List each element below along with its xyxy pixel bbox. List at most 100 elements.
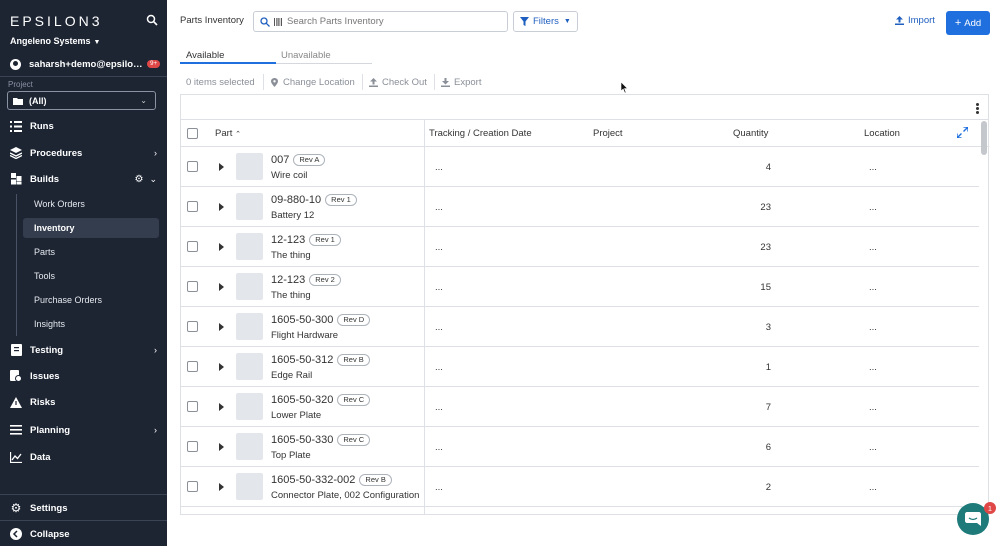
expand-row-icon[interactable] (219, 323, 224, 331)
part-name: Connector Plate, 002 Configuration (271, 490, 420, 501)
nav-risks[interactable]: Risks (0, 391, 167, 413)
sidebar-item-tools[interactable]: Tools (23, 266, 159, 286)
selection-count: 0 items selected (186, 77, 255, 88)
col-location[interactable]: Location (864, 128, 900, 139)
part-number[interactable]: 12-123 Rev 1 (271, 234, 341, 246)
import-button[interactable]: Import (895, 15, 935, 26)
expand-icon[interactable] (957, 127, 968, 138)
sidebar-item-parts[interactable]: Parts (23, 242, 159, 262)
nav-settings[interactable]: ⚙ Settings (0, 497, 167, 519)
col-quantity[interactable]: Quantity (733, 128, 768, 139)
row-checkbox[interactable] (187, 441, 198, 452)
expand-row-icon[interactable] (219, 363, 224, 371)
col-project[interactable]: Project (593, 128, 623, 139)
scrollbar[interactable] (981, 121, 987, 155)
search-box[interactable] (253, 11, 508, 32)
search-input[interactable] (287, 16, 497, 27)
nav-collapse[interactable]: Collapse (0, 523, 167, 545)
row-checkbox[interactable] (187, 201, 198, 212)
notification-badge[interactable]: 9+ (147, 60, 160, 68)
location-cell[interactable]: ... (869, 442, 877, 453)
project-select[interactable]: (All) ⌄ (7, 91, 156, 110)
avatar (10, 58, 21, 70)
divider (0, 520, 167, 521)
select-all-checkbox[interactable] (187, 128, 198, 139)
part-number[interactable]: 12-123 Rev 2 (271, 274, 341, 286)
nav-label: Planning (30, 424, 71, 436)
expand-row-icon[interactable] (219, 403, 224, 411)
location-cell[interactable]: ... (869, 362, 877, 373)
part-number[interactable]: 1605-50-332-002 Rev B (271, 474, 392, 486)
expand-row-icon[interactable] (219, 163, 224, 171)
user-menu[interactable]: saharsh+demo@epsilo… 9+ (10, 57, 160, 71)
location-cell[interactable]: ... (869, 202, 877, 213)
check-out-button[interactable]: Check Out (369, 77, 427, 88)
nav-planning[interactable]: Planning › (0, 419, 167, 441)
row-checkbox[interactable] (187, 401, 198, 412)
sidebar-item-insights[interactable]: Insights (23, 314, 159, 334)
quantity-cell: 3 (765, 322, 771, 333)
filters-button[interactable]: Filters ▼ (513, 11, 578, 32)
app-logo[interactable]: EPSILON3 (10, 13, 102, 29)
part-number[interactable]: 1605-50-330 Rev C (271, 434, 371, 446)
change-location-label: Change Location (283, 77, 355, 88)
expand-row-icon[interactable] (219, 483, 224, 491)
export-button[interactable]: Export (441, 77, 481, 88)
table-row[interactable]: 1605-50-330 Rev C Top Plate... 6... (181, 427, 979, 467)
row-checkbox[interactable] (187, 281, 198, 292)
row-checkbox[interactable] (187, 361, 198, 372)
part-number[interactable]: 007 Rev A (271, 154, 326, 166)
table-row[interactable]: 1605-50-332-002 Rev B Connector Plate, 002… (181, 467, 979, 507)
part-number[interactable]: 09-880-10 Rev 1 (271, 194, 357, 206)
change-location-button[interactable]: Change Location (270, 77, 355, 88)
folder-icon (13, 97, 23, 105)
expand-row-icon[interactable] (219, 203, 224, 211)
location-cell[interactable]: ... (869, 282, 877, 293)
gear-icon[interactable]: ⚙ (134, 174, 143, 185)
expand-row-icon[interactable] (219, 283, 224, 291)
tracking-cell: ... (435, 482, 443, 493)
search-icon[interactable] (146, 14, 158, 26)
sidebar-item-work-orders[interactable]: Work Orders (23, 194, 159, 214)
col-part[interactable]: Part ⌃ (215, 128, 241, 139)
row-checkbox[interactable] (187, 241, 198, 252)
location-cell[interactable]: ... (869, 482, 877, 493)
location-cell[interactable]: ... (869, 322, 877, 333)
kebab-menu-icon[interactable] (976, 103, 979, 114)
table-row[interactable]: 1605-50-300 Rev D Flight Hardware... 3... (181, 307, 979, 347)
add-button[interactable]: + Add (946, 11, 990, 35)
sidebar-item-inventory[interactable]: Inventory (23, 218, 159, 238)
nav-procedures[interactable]: Procedures › (0, 142, 167, 164)
expand-row-icon[interactable] (219, 243, 224, 251)
sidebar-item-purchase-orders[interactable]: Purchase Orders (23, 290, 159, 310)
table-row[interactable]: 1605-50-312 Rev B Edge Rail... 1... (181, 347, 979, 387)
part-number-text: 12-123 (271, 274, 306, 286)
row-checkbox[interactable] (187, 161, 198, 172)
location-cell[interactable]: ... (869, 242, 877, 253)
org-switcher[interactable]: Angeleno Systems ▼ (10, 36, 100, 46)
location-cell[interactable]: ... (869, 162, 877, 173)
tab-unavailable[interactable]: Unavailable (281, 50, 331, 64)
nav-issues[interactable]: Issues (0, 365, 167, 387)
part-number[interactable]: 1605-50-300 Rev D (271, 314, 371, 326)
check-out-label: Check Out (382, 77, 427, 88)
table-row[interactable]: 12-123 Rev 1 The thing... 23... (181, 227, 979, 267)
filter-icon (520, 17, 529, 26)
table-row[interactable]: 007 Rev A Wire coil... 4... (181, 147, 979, 187)
table-row[interactable]: 1605-50-320 Rev C Lower Plate... 7... (181, 387, 979, 427)
row-checkbox[interactable] (187, 321, 198, 332)
table-toolbar (181, 95, 988, 120)
expand-row-icon[interactable] (219, 443, 224, 451)
part-number[interactable]: 1605-50-312 Rev B (271, 354, 370, 366)
location-cell[interactable]: ... (869, 402, 877, 413)
nav-runs[interactable]: Runs (0, 115, 167, 137)
row-checkbox[interactable] (187, 481, 198, 492)
nav-builds[interactable]: Builds ⚙ ⌄ (0, 168, 167, 190)
col-tracking[interactable]: Tracking / Creation Date (429, 128, 532, 139)
nav-testing[interactable]: Testing › (0, 339, 167, 361)
nav-data[interactable]: Data (0, 446, 167, 468)
table-row[interactable]: 09-880-10 Rev 1 Battery 12... 23... (181, 187, 979, 227)
table-row[interactable]: 12-123 Rev 2 The thing... 15... (181, 267, 979, 307)
import-label: Import (908, 15, 935, 26)
part-number[interactable]: 1605-50-320 Rev C (271, 394, 371, 406)
